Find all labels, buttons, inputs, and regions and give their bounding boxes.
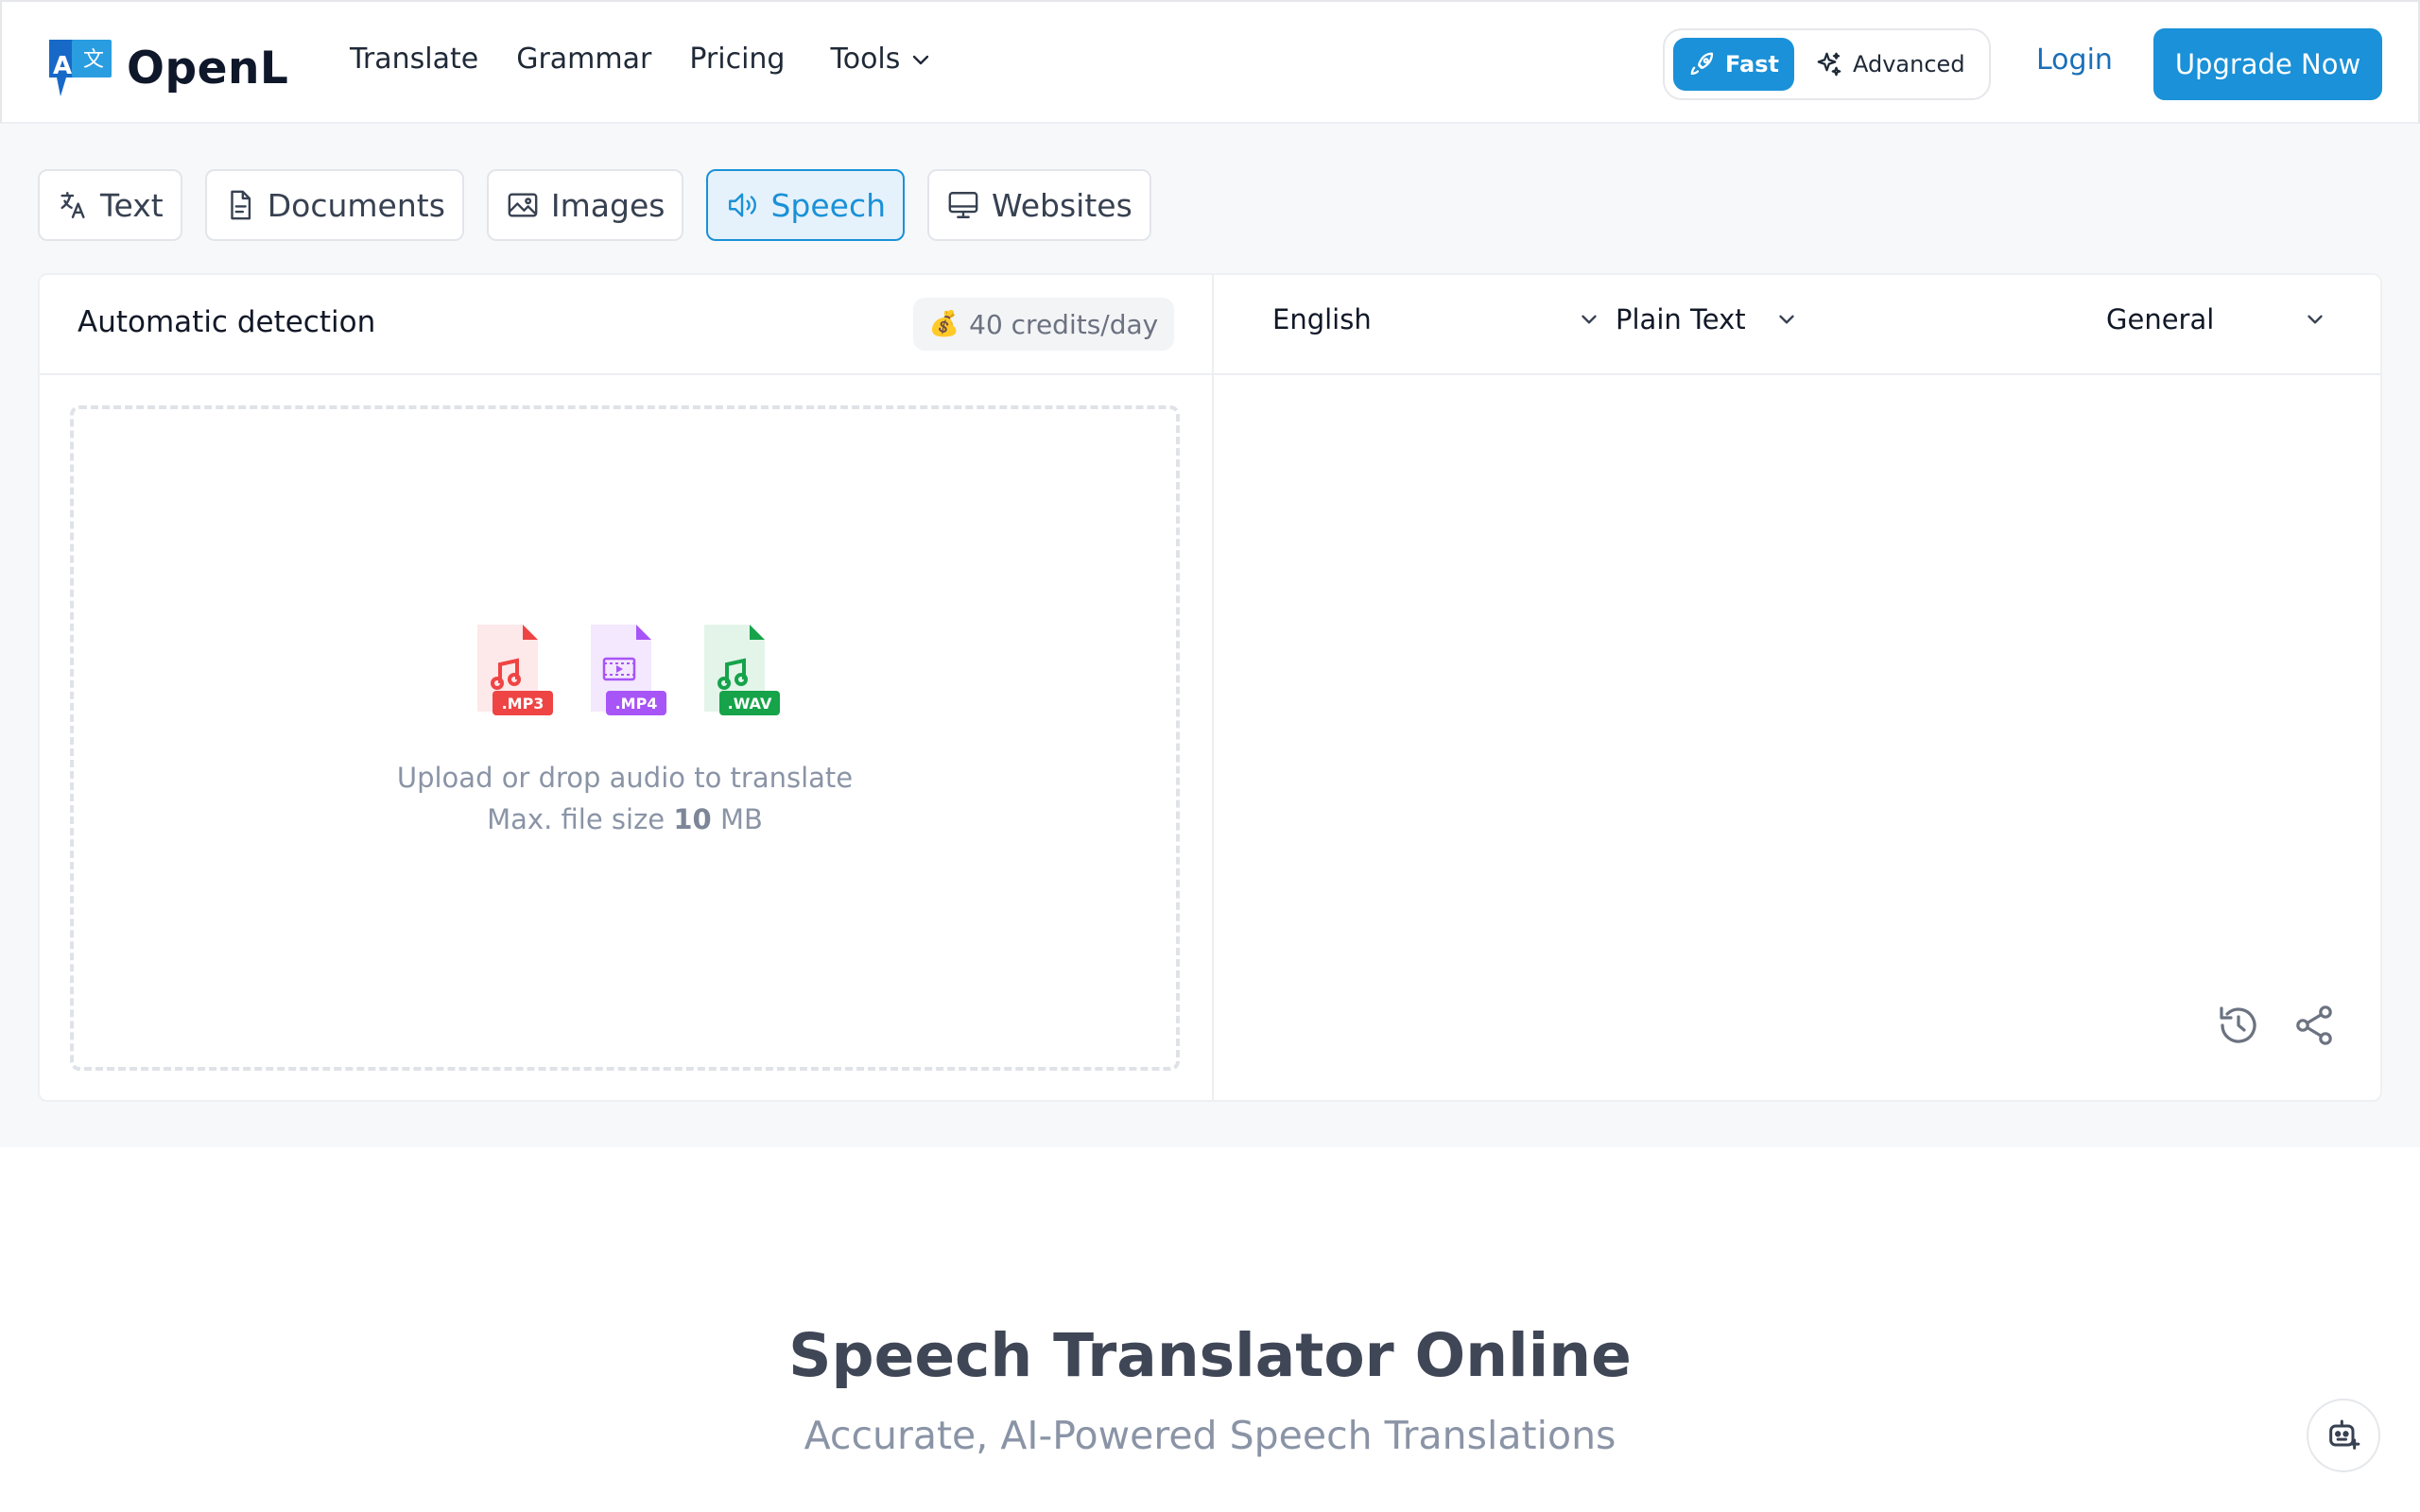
mp3-label: .MP3 bbox=[501, 695, 544, 713]
tab-text[interactable]: Text bbox=[38, 169, 182, 241]
mp3-file-icon: .MP3 bbox=[475, 625, 553, 717]
image-icon bbox=[508, 193, 538, 217]
translation-panel: Automatic detection 💰 40 credits/day Eng… bbox=[38, 273, 2382, 1102]
wav-label: .WAV bbox=[727, 695, 772, 713]
upgrade-now-button[interactable]: Upgrade Now bbox=[2153, 28, 2382, 100]
nav-pricing[interactable]: Pricing bbox=[689, 43, 785, 76]
svg-text:A: A bbox=[53, 52, 72, 80]
mp4-file-icon: .MP4 bbox=[589, 625, 666, 717]
max-size-unit: MB bbox=[719, 803, 763, 835]
panel-divider bbox=[1212, 275, 1214, 1100]
tab-speech[interactable]: Speech bbox=[706, 169, 906, 241]
share-icon[interactable] bbox=[2291, 1003, 2337, 1048]
nav-tools-dropdown[interactable]: Tools bbox=[830, 43, 932, 76]
brand-logo[interactable]: A 文 OpenL bbox=[47, 36, 288, 100]
source-language-select[interactable]: Automatic detection bbox=[78, 305, 375, 339]
credits-text: 40 credits/day bbox=[969, 308, 1159, 340]
support-bot-icon bbox=[2329, 1419, 2360, 1450]
mode-advanced-button[interactable]: Advanced bbox=[1815, 50, 1965, 78]
mode-advanced-label: Advanced bbox=[1853, 51, 1965, 77]
page-title: Speech Translator Online bbox=[788, 1321, 1632, 1390]
monitor-icon bbox=[948, 192, 978, 218]
svg-text:文: 文 bbox=[83, 48, 104, 72]
mode-switch: Fast Advanced bbox=[1663, 28, 1991, 100]
max-size-value: 10 bbox=[673, 803, 712, 835]
domain-select[interactable]: General bbox=[2106, 303, 2327, 335]
domain-label: General bbox=[2106, 303, 2215, 335]
mode-fast-label: Fast bbox=[1725, 51, 1779, 77]
tab-images[interactable]: Images bbox=[486, 169, 684, 241]
nav-tools-label: Tools bbox=[830, 43, 901, 76]
max-file-size: Max. file size 10 MB bbox=[74, 799, 1176, 840]
wav-file-icon: .WAV bbox=[702, 625, 780, 717]
output-actions bbox=[2216, 1003, 2367, 1048]
upload-instructions: Upload or drop audio to translate Max. f… bbox=[74, 757, 1176, 840]
main-nav: Translate Grammar Pricing Tools bbox=[350, 43, 970, 76]
rocket-icon bbox=[1690, 52, 1714, 76]
audio-dropzone[interactable]: .MP3 .MP4 .WAV Upload or drop audio to t… bbox=[70, 405, 1180, 1071]
page-subtitle: Accurate, AI-Powered Speech Translations bbox=[804, 1413, 1616, 1458]
top-header: A 文 OpenL Translate Grammar Pricing Tool… bbox=[0, 0, 2420, 124]
chevron-down-icon bbox=[1778, 315, 1794, 324]
brand-name: OpenL bbox=[127, 42, 289, 94]
document-icon bbox=[231, 190, 251, 220]
chevron-down-icon bbox=[2308, 315, 2323, 324]
credits-badge: 💰 40 credits/day bbox=[913, 298, 1174, 351]
target-language-select[interactable]: English bbox=[1272, 303, 1601, 335]
tab-images-label: Images bbox=[550, 186, 666, 224]
max-size-prefix: Max. file size bbox=[487, 803, 666, 835]
sparkles-icon bbox=[1817, 52, 1841, 77]
output-format-label: Plain Text bbox=[1616, 303, 1746, 335]
tab-websites-label: Websites bbox=[992, 186, 1132, 224]
history-icon[interactable] bbox=[2216, 1003, 2261, 1048]
panel-header-divider bbox=[40, 373, 2380, 375]
translation-type-tabs: Text Documents Images Speech Websites bbox=[38, 169, 1174, 241]
chevron-down-icon bbox=[1582, 315, 1597, 324]
output-format-select[interactable]: Plain Text bbox=[1616, 303, 1799, 335]
workspace-band: Text Documents Images Speech Websites Au… bbox=[0, 124, 2420, 1147]
tab-text-label: Text bbox=[100, 186, 164, 224]
file-type-icons: .MP3 .MP4 .WAV bbox=[475, 625, 816, 717]
tab-websites[interactable]: Websites bbox=[927, 169, 1151, 241]
tab-speech-label: Speech bbox=[770, 186, 887, 224]
target-language-label: English bbox=[1272, 303, 1372, 335]
logo-icon: A 文 bbox=[47, 36, 113, 100]
upload-prompt: Upload or drop audio to translate bbox=[396, 762, 854, 794]
money-bag-icon: 💰 bbox=[928, 310, 960, 338]
chevron-down-icon bbox=[913, 55, 929, 64]
translate-icon bbox=[60, 192, 85, 218]
tab-documents[interactable]: Documents bbox=[204, 169, 464, 241]
mp4-label: .MP4 bbox=[614, 695, 658, 713]
login-link[interactable]: Login bbox=[2036, 43, 2113, 77]
nav-grammar[interactable]: Grammar bbox=[516, 43, 651, 76]
mode-fast-button[interactable]: Fast bbox=[1673, 38, 1794, 91]
speaker-icon bbox=[729, 193, 757, 217]
tab-documents-label: Documents bbox=[267, 186, 445, 224]
support-chat-button[interactable] bbox=[2307, 1399, 2380, 1472]
nav-translate[interactable]: Translate bbox=[350, 43, 478, 76]
